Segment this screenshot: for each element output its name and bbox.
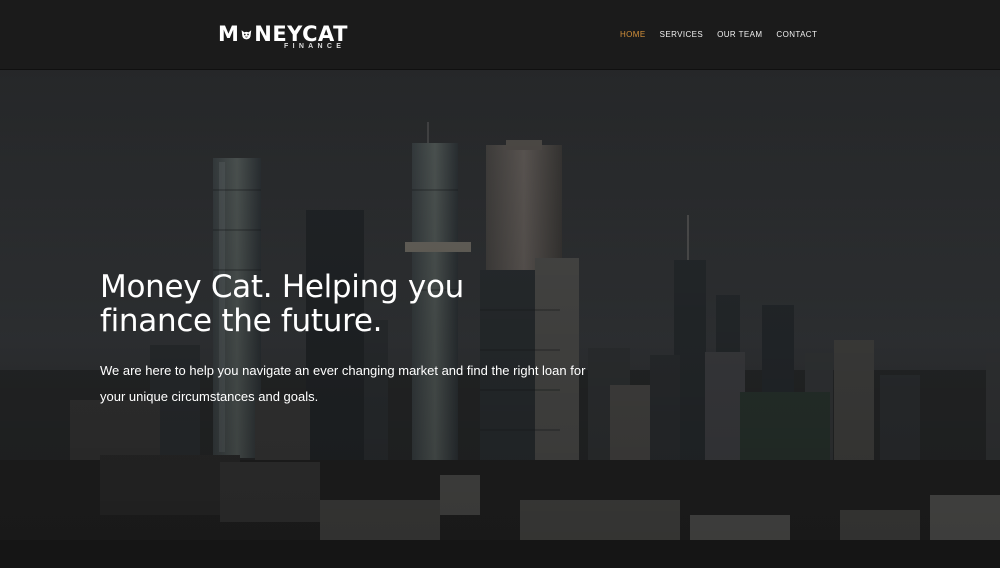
hero-section: Money Cat. Helping you finance the futur… (0, 70, 1000, 568)
hero-content: Money Cat. Helping you finance the futur… (100, 270, 620, 410)
logo-letter-m: M (218, 22, 240, 46)
logo-tagline: FINANCE (284, 43, 346, 50)
page: M NEYCAT FINANCE HOME SERVICES OUR TEAM … (0, 0, 1000, 568)
nav-item-home[interactable]: HOME (620, 30, 646, 39)
site-header: M NEYCAT FINANCE HOME SERVICES OUR TEAM … (0, 0, 1000, 70)
hero-title: Money Cat. Helping you finance the futur… (100, 270, 620, 338)
hero-title-line-2: finance the future. (100, 303, 383, 339)
moneycat-logo[interactable]: M NEYCAT FINANCE (218, 22, 348, 52)
nav-item-contact[interactable]: CONTACT (776, 30, 817, 39)
nav-item-services[interactable]: SERVICES (660, 30, 704, 39)
nav-item-our-team[interactable]: OUR TEAM (717, 30, 762, 39)
cat-face-icon (242, 29, 252, 39)
hero-title-line-1: Money Cat. Helping you (100, 269, 464, 305)
main-nav: HOME SERVICES OUR TEAM CONTACT (620, 30, 817, 39)
hero-subtitle: We are here to help you navigate an ever… (100, 363, 586, 404)
